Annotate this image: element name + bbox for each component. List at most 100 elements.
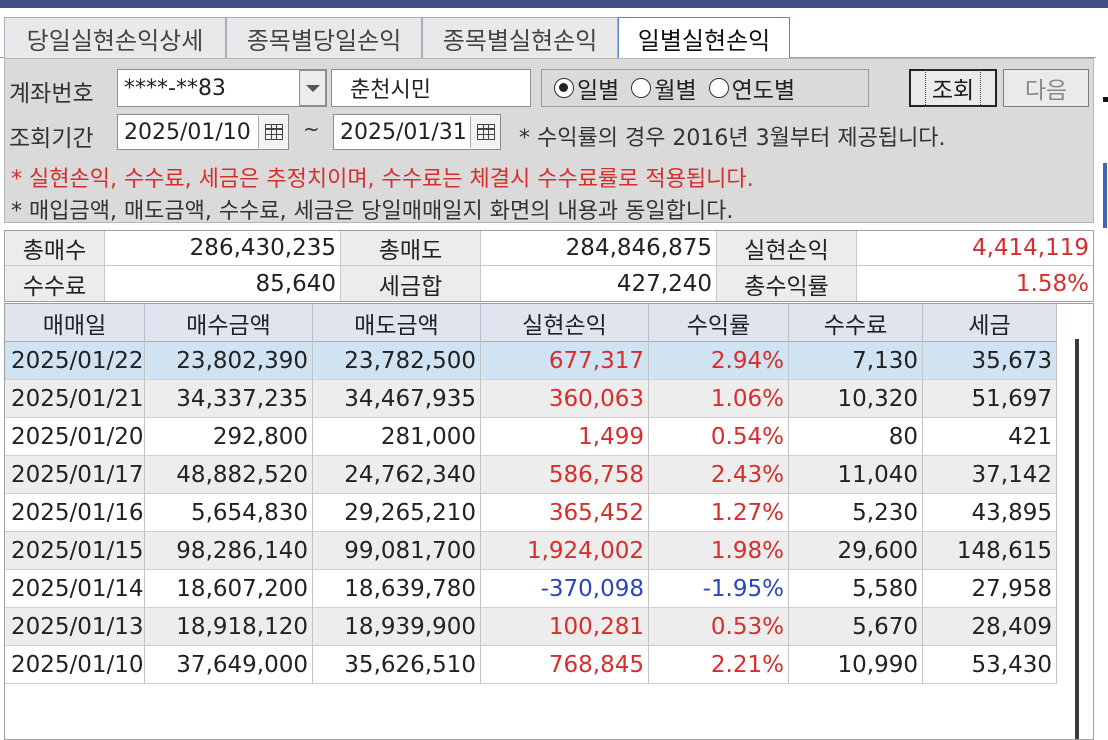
chevron-down-icon [305, 84, 320, 92]
account-number-field[interactable]: ****-**83 [117, 69, 327, 107]
cell-tax: 51,697 [923, 380, 1057, 418]
table-row[interactable]: 2025/01/16 5,654,830 29,265,210 365,452 1.27… [5, 494, 1057, 532]
cell-return-rate: 0.54% [649, 418, 789, 456]
cell-buy-amount: 98,286,140 [145, 532, 313, 570]
radio-checked-icon [554, 78, 574, 98]
cell-realized-pnl: 360,063 [481, 380, 649, 418]
cell-realized-pnl: -370,098 [481, 570, 649, 608]
date-to-field[interactable]: 2025/01/31 [333, 114, 501, 150]
account-dropdown-button[interactable] [299, 70, 326, 106]
query-panel: 계좌번호 ****-**83 춘천시민 일별 월별 연도별 조회 다음 조회기간… [4, 58, 1094, 224]
vertical-scrollbar[interactable] [1075, 339, 1079, 739]
cell-fee: 29,600 [789, 532, 923, 570]
account-name-field: 춘천시민 [331, 69, 531, 107]
tab-stock-daily-pnl[interactable]: 종목별당일손익 [226, 17, 422, 58]
cell-buy-amount: 18,607,200 [145, 570, 313, 608]
total-sell-label: 총매도 [341, 231, 481, 266]
table-row[interactable]: 2025/01/15 98,286,140 99,081,700 1,924,002 1… [5, 532, 1057, 570]
cell-sell-amount: 99,081,700 [313, 532, 481, 570]
realized-pnl-label: 실현손익 [717, 231, 857, 266]
column-header-fee[interactable]: 수수료 [789, 304, 923, 342]
cell-tax: 148,615 [923, 532, 1057, 570]
cell-return-rate: 1.06% [649, 380, 789, 418]
daily-pnl-grid: 매매일 매수금액 매도금액 실현손익 수익률 수수료 세금 2025/01/22 23,802… [4, 303, 1094, 740]
cell-return-rate: 1.98% [649, 532, 789, 570]
fee-value: 85,640 [105, 266, 341, 301]
cell-sell-amount: 24,762,340 [313, 456, 481, 494]
date-from-value: 2025/01/10 [124, 119, 251, 145]
cell-tax: 27,958 [923, 570, 1057, 608]
period-type-radio-group: 일별 월별 연도별 [541, 69, 869, 107]
cell-trade-date: 2025/01/20 [5, 418, 145, 456]
cell-tax: 28,409 [923, 608, 1057, 646]
grid-header-row: 매매일 매수금액 매도금액 실현손익 수익률 수수료 세금 [5, 304, 1057, 342]
cell-realized-pnl: 100,281 [481, 608, 649, 646]
cell-trade-date: 2025/01/21 [5, 380, 145, 418]
cell-realized-pnl: 586,758 [481, 456, 649, 494]
cell-fee: 5,670 [789, 608, 923, 646]
cell-fee: 10,320 [789, 380, 923, 418]
cell-fee: 5,230 [789, 494, 923, 532]
tab-daily-realized-detail[interactable]: 당일실현손익상세 [4, 17, 226, 58]
date-range-separator: ~ [303, 117, 320, 141]
cell-tax: 53,430 [923, 646, 1057, 684]
column-header-sell-amount[interactable]: 매도금액 [313, 304, 481, 342]
summary-table: 총매수 286,430,235 총매도 284,846,875 실현손익 4,4… [4, 230, 1094, 302]
cell-sell-amount: 281,000 [313, 418, 481, 456]
table-row[interactable]: 2025/01/14 18,607,200 18,639,780 -370,098 -1… [5, 570, 1057, 608]
side-strip [1098, 8, 1108, 740]
side-accent [1103, 163, 1107, 228]
cell-sell-amount: 23,782,500 [313, 342, 481, 380]
cell-fee: 5,580 [789, 570, 923, 608]
radio-unchecked-icon [631, 78, 652, 98]
cell-sell-amount: 35,626,510 [313, 646, 481, 684]
tax-total-value: 427,240 [481, 266, 717, 301]
radio-daily[interactable]: 일별 [554, 71, 619, 105]
table-row[interactable]: 2025/01/20 292,800 281,000 1,499 0.54% 80 421 [5, 418, 1057, 456]
column-header-return-rate[interactable]: 수익률 [649, 304, 789, 342]
next-button[interactable]: 다음 [1003, 69, 1089, 107]
cell-sell-amount: 34,467,935 [313, 380, 481, 418]
cell-tax: 43,895 [923, 494, 1057, 532]
cell-return-rate: 2.43% [649, 456, 789, 494]
cell-buy-amount: 18,918,120 [145, 608, 313, 646]
cell-buy-amount: 48,882,520 [145, 456, 313, 494]
cell-trade-date: 2025/01/22 [5, 342, 145, 380]
tab-stock-realized-pnl[interactable]: 종목별실현손익 [422, 17, 618, 58]
cell-sell-amount: 29,265,210 [313, 494, 481, 532]
tax-total-label: 세금합 [341, 266, 481, 301]
cell-return-rate: 0.53% [649, 608, 789, 646]
calendar-icon [264, 124, 283, 140]
tab-daily-realized-pnl[interactable]: 일별실현손익 [618, 17, 790, 59]
cell-return-rate: 2.21% [649, 646, 789, 684]
table-row[interactable]: 2025/01/22 23,802,390 23,782,500 677,317 2.9… [5, 342, 1057, 380]
cell-realized-pnl: 1,924,002 [481, 532, 649, 570]
cell-return-rate: -1.95% [649, 570, 789, 608]
cell-trade-date: 2025/01/10 [5, 646, 145, 684]
estimate-warning-note: * 실현손익, 수수료, 세금은 추정치이며, 수수료는 체결시 수수료률로 적… [11, 167, 754, 192]
tab-bar: 당일실현손익상세 종목별당일손익 종목별실현손익 일별실현손익 [0, 14, 1096, 59]
cell-sell-amount: 18,639,780 [313, 570, 481, 608]
table-row[interactable]: 2025/01/13 18,918,120 18,939,900 100,281 0.5… [5, 608, 1057, 646]
column-header-tax[interactable]: 세금 [923, 304, 1057, 342]
date-to-calendar-button[interactable] [470, 116, 500, 148]
cell-realized-pnl: 1,499 [481, 418, 649, 456]
radio-monthly[interactable]: 월별 [631, 71, 697, 105]
query-button[interactable]: 조회 [909, 69, 997, 107]
radio-yearly[interactable]: 연도별 [708, 71, 796, 105]
cell-buy-amount: 34,337,235 [145, 380, 313, 418]
table-row[interactable]: 2025/01/17 48,882,520 24,762,340 586,758 2.4… [5, 456, 1057, 494]
cell-buy-amount: 292,800 [145, 418, 313, 456]
calendar-icon [476, 124, 495, 140]
cell-buy-amount: 23,802,390 [145, 342, 313, 380]
cell-buy-amount: 5,654,830 [145, 494, 313, 532]
column-header-realized-pnl[interactable]: 실현손익 [481, 304, 649, 342]
radio-yearly-label: 연도별 [731, 78, 796, 104]
cell-trade-date: 2025/01/17 [5, 456, 145, 494]
column-header-buy-amount[interactable]: 매수금액 [145, 304, 313, 342]
table-row[interactable]: 2025/01/21 34,337,235 34,467,935 360,063 1.0… [5, 380, 1057, 418]
table-row[interactable]: 2025/01/10 37,649,000 35,626,510 768,845 2.2… [5, 646, 1057, 684]
date-from-calendar-button[interactable] [258, 116, 288, 148]
column-header-trade-date[interactable]: 매매일 [5, 304, 145, 342]
date-from-field[interactable]: 2025/01/10 [117, 114, 289, 150]
